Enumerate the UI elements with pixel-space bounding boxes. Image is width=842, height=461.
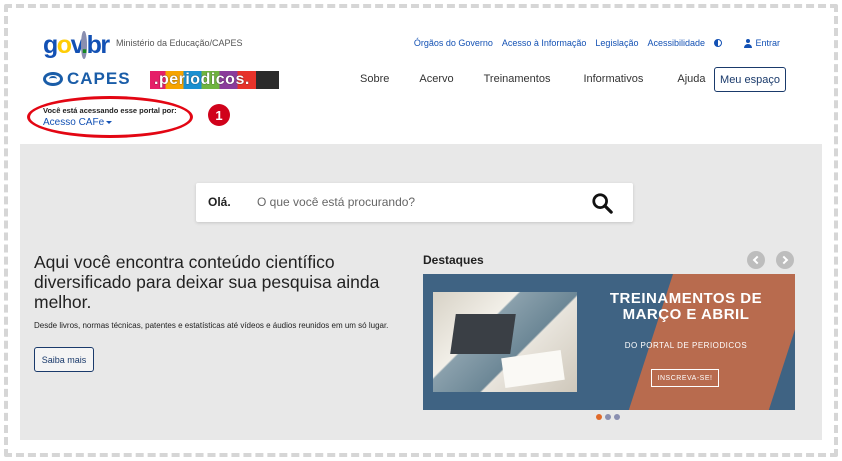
nav-item-acervo[interactable]: Acervo bbox=[419, 73, 453, 85]
govbr-logo[interactable]: gov.br bbox=[43, 31, 110, 60]
my-space-button[interactable]: Meu espaço bbox=[714, 67, 786, 92]
capes-wordmark: CAPES bbox=[67, 69, 131, 88]
carousel-dots bbox=[596, 414, 620, 420]
hero-headline: Aqui você encontra conteúdo científico d… bbox=[34, 252, 380, 312]
carousel-prev-button[interactable] bbox=[747, 251, 765, 269]
banner-signup-button[interactable]: INSCREVA-SE! bbox=[651, 369, 719, 387]
annotation-number-badge: 1 bbox=[208, 104, 230, 126]
page: gov.br Ministério da Educação/CAPES Órgã… bbox=[20, 16, 822, 440]
link-legislacao[interactable]: Legislação bbox=[595, 38, 638, 48]
link-orgaos-governo[interactable]: Órgãos do Governo bbox=[414, 38, 493, 48]
capes-eye-icon bbox=[43, 72, 63, 86]
paper-image bbox=[501, 349, 565, 389]
link-acesso-informacao[interactable]: Acesso à Informação bbox=[502, 38, 587, 48]
carousel-dot-3[interactable] bbox=[614, 414, 620, 420]
contrast-icon[interactable] bbox=[714, 39, 722, 47]
main-nav: Sobre Acervo Treinamentos Informativos A… bbox=[360, 73, 706, 85]
chevron-right-icon bbox=[779, 255, 789, 265]
banner-title: TREINAMENTOS DE MARÇO E ABRIL bbox=[609, 290, 763, 323]
search-icon[interactable] bbox=[591, 192, 613, 214]
search-input[interactable]: O que você está procurando? bbox=[257, 195, 415, 209]
laptop-image bbox=[450, 314, 516, 354]
periodicos-logo[interactable]: .periodicos. bbox=[150, 71, 279, 89]
carousel-dot-2[interactable] bbox=[605, 414, 611, 420]
highlight-banner[interactable]: TREINAMENTOS DE MARÇO E ABRIL DO PORTAL … bbox=[423, 274, 795, 410]
banner-subtitle: DO PORTAL DE PERIODICOS bbox=[624, 341, 748, 350]
login-link[interactable]: Entrar bbox=[744, 38, 780, 48]
highlights-title: Destaques bbox=[423, 253, 484, 267]
hero-section: Olá. O que você está procurando? Aqui vo… bbox=[20, 144, 822, 440]
nav-item-sobre[interactable]: Sobre bbox=[360, 73, 389, 85]
ministry-label: Ministério da Educação/CAPES bbox=[116, 38, 243, 48]
capes-logo[interactable]: CAPES bbox=[43, 69, 131, 89]
search-bar[interactable]: Olá. O que você está procurando? bbox=[196, 183, 633, 222]
carousel-next-button[interactable] bbox=[776, 251, 794, 269]
banner-photo bbox=[433, 292, 577, 392]
periodicos-wordmark: .periodicos. bbox=[154, 71, 250, 88]
top-links: Órgãos do Governo Acesso à Informação Le… bbox=[414, 38, 722, 48]
hero-subtext: Desde livros, normas técnicas, patentes … bbox=[34, 321, 389, 330]
carousel-dot-1[interactable] bbox=[596, 414, 602, 420]
chevron-left-icon bbox=[752, 255, 762, 265]
nav-item-ajuda[interactable]: Ajuda bbox=[677, 73, 705, 85]
annotation-highlight-oval bbox=[27, 96, 193, 138]
learn-more-button[interactable]: Saiba mais bbox=[34, 347, 94, 372]
user-icon bbox=[744, 38, 753, 48]
link-acessibilidade[interactable]: Acessibilidade bbox=[647, 38, 705, 48]
search-greeting: Olá. bbox=[208, 195, 231, 209]
nav-item-informativos[interactable]: Informativos bbox=[583, 73, 643, 85]
login-label: Entrar bbox=[755, 38, 780, 48]
nav-item-treinamentos[interactable]: Treinamentos bbox=[484, 73, 551, 85]
